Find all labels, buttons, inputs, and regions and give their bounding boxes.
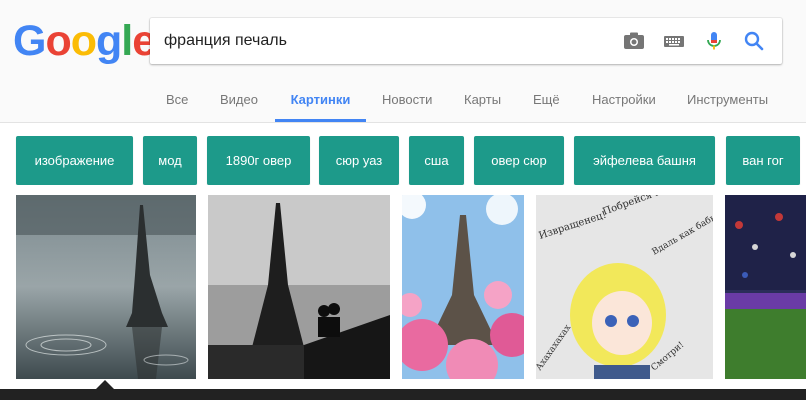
tab-all[interactable]: Все [166, 82, 188, 122]
keyboard-icon[interactable] [662, 29, 686, 53]
chip-sur-oise[interactable]: сюр уаз [319, 136, 399, 185]
tab-settings[interactable]: Настройки [592, 82, 656, 122]
related-search-chips: изображение мод 1890г овер сюр уаз сша о… [0, 136, 806, 185]
eiffel-tower-couple-image [208, 195, 390, 379]
selected-image-caret [96, 380, 114, 389]
chip-usa[interactable]: сша [409, 136, 464, 185]
header: Google Все Видео Картинки Новости Карты … [0, 0, 806, 123]
logo-letter: l [121, 17, 133, 65]
search-icon[interactable] [742, 29, 766, 53]
search-input[interactable] [164, 18, 604, 64]
chip-1890-auvers[interactable]: 1890г овер [207, 136, 310, 185]
chip-van-gogh[interactable]: ван гог [726, 136, 800, 185]
logo-letter: g [96, 17, 122, 65]
chip-eiffel-tower[interactable]: эйфелева башня [574, 136, 715, 185]
google-logo[interactable]: Google [13, 17, 156, 65]
chip-auvers-sur[interactable]: овер сюр [474, 136, 564, 185]
microphone-icon[interactable] [702, 29, 726, 53]
logo-letter: G [13, 17, 46, 65]
logo-letter: o [45, 17, 71, 65]
tab-video[interactable]: Видео [220, 82, 258, 122]
image-result-4[interactable]: Побрейся пойди.. Извращенец! Вдаль как б… [536, 195, 713, 379]
tab-tools[interactable]: Инструменты [687, 82, 768, 122]
search-tabs: Все Видео Картинки Новости Карты Ещё Нас… [0, 82, 806, 122]
image-result-3[interactable] [402, 195, 524, 379]
image-result-1[interactable] [16, 195, 196, 379]
tab-more[interactable]: Ещё [533, 82, 560, 122]
chip-image[interactable]: изображение [16, 136, 133, 185]
stadium-image [725, 195, 806, 379]
image-preview-panel [0, 389, 806, 400]
eiffel-tower-cherry-blossoms-image [402, 195, 524, 379]
camera-icon[interactable] [622, 29, 646, 53]
tab-maps[interactable]: Карты [464, 82, 501, 122]
image-result-2[interactable] [208, 195, 390, 379]
image-result-5[interactable] [725, 195, 806, 379]
chip-mod[interactable]: мод [143, 136, 197, 185]
logo-letter: o [70, 17, 97, 65]
search-box [150, 18, 782, 64]
anime-girl-sketch-image: Побрейся пойди.. Извращенец! Вдаль как б… [536, 195, 713, 379]
tab-images[interactable]: Картинки [275, 82, 366, 122]
tab-news[interactable]: Новости [382, 82, 432, 122]
eiffel-tower-rain-image [16, 195, 196, 379]
